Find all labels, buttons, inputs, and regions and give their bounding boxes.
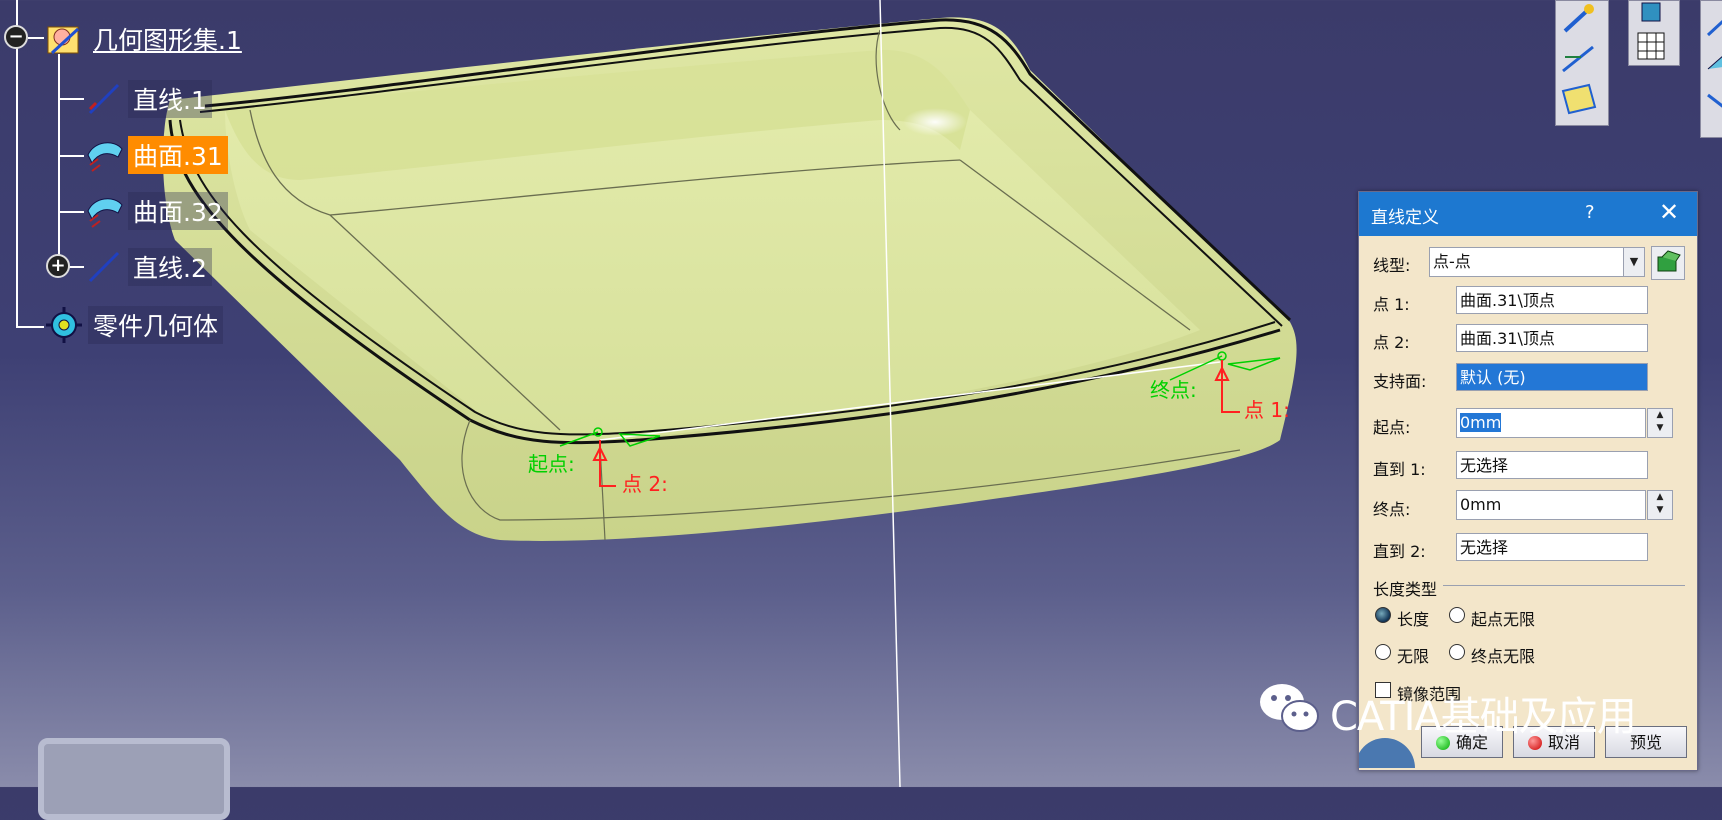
end-field[interactable]: 0mm — [1456, 490, 1646, 520]
start-spinner[interactable]: ▲ ▼ — [1647, 408, 1673, 438]
tree-label-surface-31: 曲面.31 — [128, 136, 228, 174]
point1-field[interactable]: 曲面.31\顶点 — [1456, 286, 1648, 314]
chevron-down-icon: ▼ — [1629, 255, 1639, 268]
endpoint-annotation: 终点: — [1150, 378, 1197, 402]
dialog-titlebar[interactable]: 直线定义 ? ✕ — [1359, 192, 1697, 236]
navigation-thumbnail[interactable] — [38, 738, 230, 820]
upto2-label: 直到 2: — [1373, 542, 1426, 561]
start-label: 起点: — [1373, 418, 1411, 437]
wechat-icon — [1260, 684, 1319, 732]
toolbar-wireframe — [1555, 0, 1609, 126]
end-spinner[interactable]: ▲ ▼ — [1647, 490, 1673, 520]
length-type-heading: 长度类型 — [1373, 580, 1438, 599]
tree-label-line-1: 直线.1 — [128, 80, 212, 118]
upto1-label: 直到 1: — [1373, 460, 1426, 479]
close-button[interactable]: ✕ — [1659, 198, 1679, 226]
dialog-title: 直线定义 — [1371, 208, 1439, 228]
spin-down-icon[interactable]: ▼ — [1648, 504, 1672, 517]
point2-field[interactable]: 曲面.31\顶点 — [1456, 324, 1648, 352]
spin-up-icon[interactable]: ▲ — [1648, 409, 1672, 422]
support-field[interactable]: 默认 (无) — [1456, 363, 1648, 391]
tree-label-line-2: 直线.2 — [128, 248, 212, 286]
tree-root-partial: xxxxxxx — [86, 0, 136, 2]
start-value: 0mm — [1460, 413, 1502, 432]
line-type-value: 点-点 — [1433, 252, 1471, 271]
help-button[interactable]: ? — [1585, 202, 1595, 223]
tree-item-surface-32[interactable]: 曲面.32 — [84, 192, 228, 230]
group-divider — [1443, 585, 1685, 586]
watermark-text: CATIA基础及应用 — [1330, 694, 1637, 740]
join-tool-icon[interactable] — [1704, 85, 1722, 121]
support-label: 支持面: — [1373, 372, 1427, 391]
radio-infinite-start-label: 起点无限 — [1471, 610, 1536, 629]
tree-label-surface-32: 曲面.32 — [128, 192, 228, 230]
radio-infinite-start[interactable] — [1449, 607, 1465, 623]
radio-length-label: 长度 — [1397, 610, 1430, 629]
line-type-options-icon[interactable] — [1651, 246, 1685, 280]
spin-up-icon[interactable]: ▲ — [1648, 491, 1672, 504]
spin-down-icon[interactable]: ▼ — [1648, 422, 1672, 435]
point1-label: 点 1: — [1373, 295, 1410, 314]
end-label: 终点: — [1373, 500, 1411, 519]
plane-tool-icon[interactable] — [1559, 81, 1599, 117]
extrude-tool-icon[interactable] — [1704, 45, 1722, 81]
toolbar-edge — [1700, 0, 1722, 138]
line-icon — [88, 251, 120, 283]
point2-label: 点 2: — [1373, 333, 1410, 352]
part-body-icon — [46, 307, 82, 343]
expand-toggle[interactable]: + — [46, 254, 70, 278]
table-icon[interactable] — [1632, 27, 1672, 63]
point2-annotation: 点 2: — [622, 472, 668, 496]
tree-item-line-2[interactable]: 直线.2 — [84, 248, 212, 286]
geometrical-set-icon — [47, 26, 80, 55]
radio-infinite-label: 无限 — [1397, 647, 1430, 666]
surface-icon — [87, 198, 123, 228]
line-type-select[interactable]: 点-点 — [1429, 247, 1625, 277]
tree-item-surface-31[interactable]: 曲面.31 — [84, 136, 228, 174]
sweep-tool-icon[interactable] — [1704, 5, 1722, 41]
upto1-field[interactable]: 无选择 — [1456, 451, 1648, 479]
tree-item-line-1[interactable]: 直线.1 — [84, 80, 212, 118]
line-tool-icon[interactable] — [1559, 41, 1599, 77]
radio-infinite[interactable] — [1375, 644, 1391, 660]
startpoint-annotation: 起点: — [528, 452, 575, 476]
radio-infinite-end-label: 终点无限 — [1471, 647, 1536, 666]
line-icon — [88, 83, 120, 115]
surface-icon — [87, 142, 123, 172]
point-tool-icon[interactable] — [1559, 1, 1599, 37]
radio-infinite-end[interactable] — [1449, 644, 1465, 660]
line-type-label: 线型: — [1373, 256, 1411, 275]
collapse-toggle[interactable]: − — [4, 25, 28, 49]
tree-item-geometrical-set[interactable]: 几何图形集.1 — [44, 22, 247, 56]
point1-annotation: 点 1: — [1244, 398, 1290, 422]
radio-length[interactable] — [1375, 607, 1391, 623]
tree-item-part-body[interactable]: 零件几何体 — [44, 306, 224, 344]
start-field[interactable]: 0mm — [1456, 408, 1646, 438]
tree-label-part-body: 零件几何体 — [88, 306, 224, 344]
upto2-field[interactable]: 无选择 — [1456, 533, 1648, 561]
line-type-dropdown-arrow[interactable]: ▼ — [1623, 247, 1645, 277]
tree-label-geometrical-set: 几何图形集.1 — [93, 26, 242, 55]
toolbar-tools — [1628, 0, 1680, 66]
part-icon[interactable] — [1632, 0, 1672, 29]
